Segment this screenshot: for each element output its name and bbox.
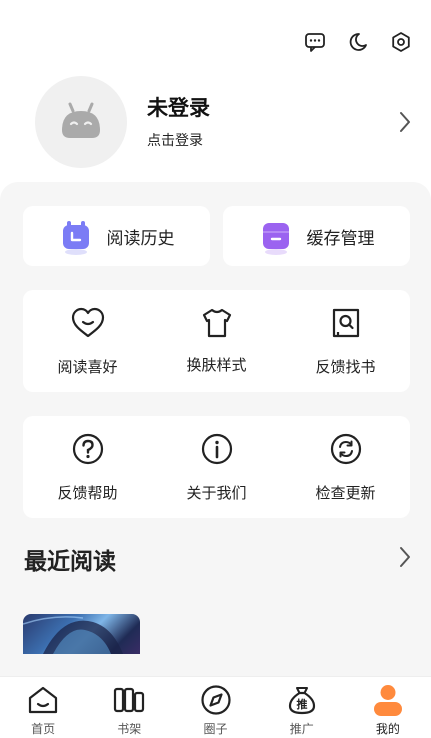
tab-bookshelf-label: 书架 (117, 722, 142, 736)
chevron-right-icon[interactable] (393, 110, 417, 134)
heart-icon (71, 306, 105, 340)
tab-promotion[interactable]: 推 推广 (259, 677, 345, 738)
about-us-button[interactable]: 关于我们 (152, 416, 281, 518)
skin-style-label: 换肤样式 (186, 356, 247, 374)
refresh-icon (329, 432, 363, 466)
compass-icon (199, 683, 233, 717)
history-icon (59, 219, 93, 255)
menu-sheet: 阅读历史 缓存管理 阅读喜好 换肤样式 反馈找书 反馈帮助 关于我们 检查更新 … (0, 182, 431, 676)
profile-login-row[interactable]: 未登录 点击登录 (35, 76, 417, 168)
help-icon (71, 432, 105, 466)
settings-grid-1: 阅读喜好 换肤样式 反馈找书 (23, 290, 410, 392)
reading-history-button[interactable]: 阅读历史 (23, 206, 210, 266)
shirt-icon (200, 306, 234, 340)
feedback-help-label: 反馈帮助 (57, 484, 118, 502)
cache-management-button[interactable]: 缓存管理 (223, 206, 410, 266)
moon-icon[interactable] (346, 30, 370, 54)
bookshelf-icon (112, 683, 146, 717)
avatar[interactable] (35, 76, 127, 168)
settings-icon[interactable] (389, 30, 413, 54)
cache-icon (259, 219, 293, 255)
reading-preference-label: 阅读喜好 (57, 358, 118, 376)
check-update-label: 检查更新 (315, 484, 376, 502)
check-update-button[interactable]: 检查更新 (281, 416, 410, 518)
find-book-feedback-button[interactable]: 反馈找书 (281, 290, 410, 392)
top-toolbar (303, 30, 413, 54)
reading-preference-button[interactable]: 阅读喜好 (23, 290, 152, 392)
svg-text:推: 推 (296, 697, 307, 711)
promo-bag-icon: 推 (285, 683, 319, 717)
recent-reading-title: 最近阅读 (24, 549, 116, 575)
tab-mine[interactable]: 我的 (345, 677, 431, 738)
skin-style-button[interactable]: 换肤样式 (152, 290, 281, 392)
book-search-icon (329, 306, 363, 340)
book-cover-art (23, 616, 123, 654)
reading-history-label: 阅读历史 (106, 228, 175, 249)
tab-promotion-label: 推广 (289, 722, 314, 736)
cache-management-label: 缓存管理 (306, 228, 375, 249)
info-icon (200, 432, 234, 466)
chevron-right-icon[interactable] (397, 545, 413, 573)
profile-name: 未登录 (147, 96, 210, 120)
find-book-feedback-label: 反馈找书 (315, 358, 376, 376)
quick-actions: 阅读历史 缓存管理 (23, 206, 410, 266)
feedback-help-button[interactable]: 反馈帮助 (23, 416, 152, 518)
home-icon (26, 683, 60, 717)
settings-grid-2: 反馈帮助 关于我们 检查更新 (23, 416, 410, 518)
tab-home-label: 首页 (31, 722, 56, 736)
tab-circle[interactable]: 圈子 (172, 677, 258, 738)
profile-icon (371, 683, 405, 717)
login-link[interactable]: 点击登录 (147, 130, 393, 150)
robot-avatar-icon (62, 102, 100, 138)
tab-circle-label: 圈子 (203, 722, 228, 736)
tab-mine-label: 我的 (375, 722, 400, 736)
recent-book-cover[interactable] (23, 614, 140, 654)
tab-bookshelf[interactable]: 书架 (86, 677, 172, 738)
bottom-tab-bar: 首页 书架 圈子 推 推广 我的 (0, 676, 431, 738)
tab-home[interactable]: 首页 (0, 677, 86, 738)
about-us-label: 关于我们 (186, 484, 247, 502)
recent-reading-header[interactable]: 最近阅读 (24, 544, 413, 575)
message-icon[interactable] (303, 30, 327, 54)
